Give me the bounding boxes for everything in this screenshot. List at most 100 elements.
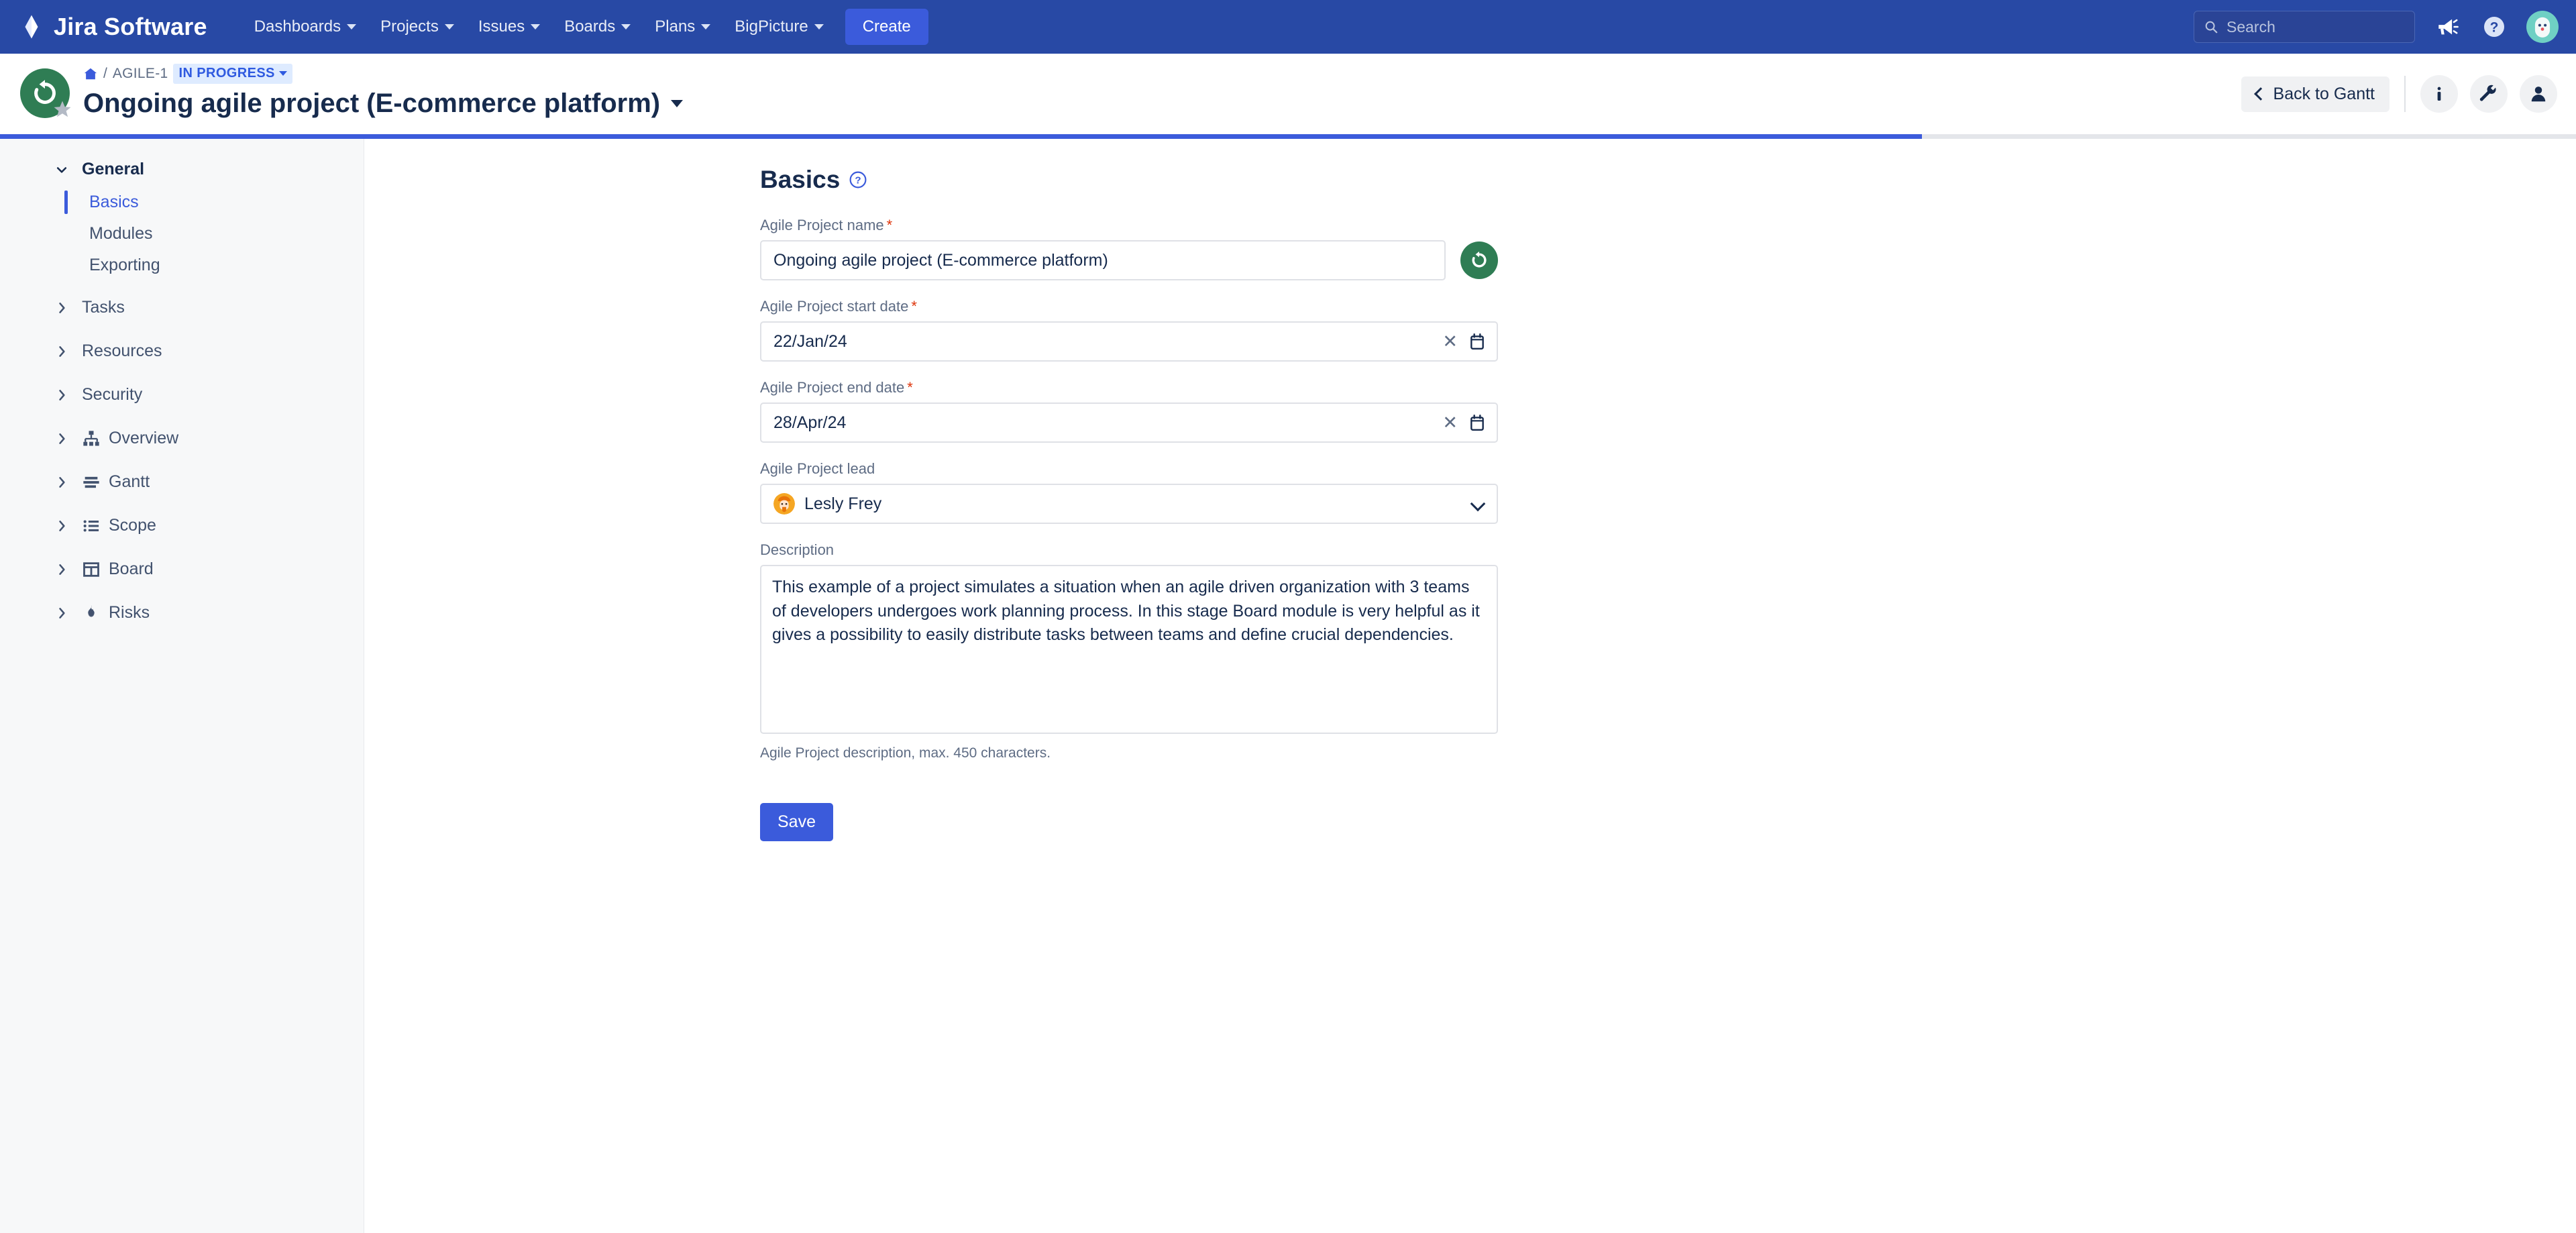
- sidebar-group-resources[interactable]: Resources: [0, 334, 364, 368]
- chevron-right-icon: [59, 302, 65, 313]
- chevron-right-icon: [59, 345, 65, 357]
- chevron-right-icon: [59, 433, 65, 444]
- people-button[interactable]: [2520, 75, 2557, 113]
- board-columns-icon: [83, 561, 99, 577]
- home-icon[interactable]: [83, 66, 98, 81]
- search-placeholder: Search: [2226, 17, 2275, 36]
- nav-item-plans[interactable]: Plans: [643, 11, 722, 43]
- end-date-actions: ✕: [1442, 403, 1486, 443]
- calendar-icon[interactable]: [1468, 332, 1486, 351]
- required-marker: *: [886, 217, 893, 233]
- save-button[interactable]: Save: [760, 803, 833, 841]
- user-avatar-icon: [2534, 17, 2551, 38]
- required-marker: *: [907, 379, 913, 396]
- chevron-down-icon: [814, 24, 824, 30]
- back-to-gantt-label: Back to Gantt: [2273, 84, 2375, 103]
- sidebar-group-board[interactable]: Board: [0, 552, 364, 586]
- sidebar-group-label: Tasks: [82, 298, 125, 317]
- sidebar-group-overview[interactable]: Overview: [0, 421, 364, 455]
- sidebar-group-tasks[interactable]: Tasks: [0, 290, 364, 325]
- field-label-text: Description: [760, 541, 835, 558]
- field-end-date: Agile Project end date* ✕: [760, 379, 1505, 443]
- help-button[interactable]: ?: [2479, 12, 2509, 42]
- nav-item-issues[interactable]: Issues: [466, 11, 552, 43]
- primary-nav-items: Dashboards Projects Issues Boards Plans …: [242, 9, 928, 45]
- project-header-text: / AGILE-1 IN PROGRESS Ongoing agile proj…: [83, 63, 684, 119]
- nav-item-label: Plans: [655, 17, 696, 36]
- nav-item-bigpicture[interactable]: BigPicture: [722, 11, 835, 43]
- wrench-icon: [2479, 85, 2496, 101]
- project-lead-select[interactable]: Lesly Frey: [760, 484, 1498, 524]
- chevron-down-icon: [347, 24, 357, 30]
- settings-sidebar: General Basics Modules Exporting Tasks R…: [0, 139, 364, 1233]
- nav-item-label: Dashboards: [254, 17, 341, 36]
- chevron-right-icon: [59, 389, 65, 400]
- sidebar-group-label: General: [82, 160, 145, 178]
- start-date-wrapper: ✕: [760, 321, 1498, 362]
- star-icon[interactable]: [52, 99, 72, 119]
- sidebar-item-exporting[interactable]: Exporting: [0, 250, 364, 281]
- sidebar-group-label: Scope: [109, 516, 156, 535]
- sidebar-group-scope[interactable]: Scope: [0, 508, 364, 543]
- user-avatar-button[interactable]: [2526, 11, 2559, 43]
- brand-logo-area[interactable]: Jira Software: [19, 13, 207, 41]
- chevron-right-icon: [59, 520, 65, 531]
- start-date-actions: ✕: [1442, 321, 1486, 362]
- back-to-gantt-button[interactable]: Back to Gantt: [2241, 76, 2390, 112]
- sidebar-item-basics[interactable]: Basics: [0, 186, 364, 218]
- status-badge[interactable]: IN PROGRESS: [173, 64, 292, 84]
- sidebar-group-label: Gantt: [109, 472, 150, 491]
- sidebar-item-modules[interactable]: Modules: [0, 218, 364, 250]
- sidebar-group-security[interactable]: Security: [0, 378, 364, 412]
- chevron-down-icon: [444, 24, 454, 30]
- nav-item-label: Projects: [380, 17, 439, 36]
- sidebar-group-label: Security: [82, 385, 143, 404]
- form-title-row: Basics ?: [760, 166, 1505, 194]
- question-circle-icon[interactable]: ?: [849, 171, 867, 189]
- svg-text:?: ?: [2490, 20, 2499, 36]
- description-hint: Agile Project description, max. 450 char…: [760, 745, 1051, 761]
- search-field[interactable]: Search: [2194, 11, 2415, 43]
- announcements-button[interactable]: [2432, 12, 2462, 42]
- help-circle-icon: ?: [2484, 17, 2504, 37]
- project-avatar[interactable]: [20, 68, 72, 119]
- project-header: / AGILE-1 IN PROGRESS Ongoing agile proj…: [0, 54, 2576, 134]
- nav-item-dashboards[interactable]: Dashboards: [242, 11, 368, 43]
- chevron-right-icon: [59, 564, 65, 575]
- project-name-input[interactable]: [760, 240, 1446, 280]
- clear-end-date-icon[interactable]: ✕: [1442, 413, 1458, 432]
- page-title: Ongoing agile project (E-commerce platfo…: [83, 89, 661, 118]
- field-label-text: Agile Project lead: [760, 460, 875, 477]
- field-row: [760, 240, 1505, 280]
- sidebar-group-general[interactable]: General: [0, 152, 364, 186]
- nav-item-boards[interactable]: Boards: [552, 11, 643, 43]
- person-icon: [2531, 87, 2546, 102]
- chevron-right-icon: [59, 607, 65, 619]
- sidebar-group-label: Resources: [82, 341, 162, 360]
- settings-button[interactable]: [2470, 75, 2508, 113]
- field-label: Agile Project end date *: [760, 379, 1505, 396]
- sidebar-group-risks[interactable]: Risks: [0, 596, 364, 630]
- description-textarea[interactable]: [760, 565, 1498, 734]
- sidebar-group-gantt[interactable]: Gantt: [0, 465, 364, 499]
- create-button[interactable]: Create: [845, 9, 928, 45]
- info-button[interactable]: [2420, 75, 2458, 113]
- svg-text:?: ?: [855, 174, 861, 186]
- nav-item-projects[interactable]: Projects: [368, 11, 466, 43]
- field-start-date: Agile Project start date* ✕: [760, 298, 1505, 362]
- field-label: Agile Project lead: [760, 460, 1505, 478]
- chevron-left-icon: [2253, 87, 2267, 101]
- chevron-down-icon[interactable]: [671, 100, 684, 107]
- clear-start-date-icon[interactable]: ✕: [1442, 332, 1458, 351]
- start-date-input[interactable]: [760, 321, 1498, 362]
- breadcrumb-project-key[interactable]: AGILE-1: [113, 66, 168, 82]
- end-date-input[interactable]: [760, 403, 1498, 443]
- divider: [2404, 76, 2406, 112]
- field-label: Description: [760, 541, 1505, 559]
- main-content: Basics ? Agile Project name * Ongoing ag…: [364, 139, 2576, 1233]
- calendar-icon[interactable]: [1468, 413, 1486, 432]
- revert-name-button[interactable]: [1460, 242, 1498, 279]
